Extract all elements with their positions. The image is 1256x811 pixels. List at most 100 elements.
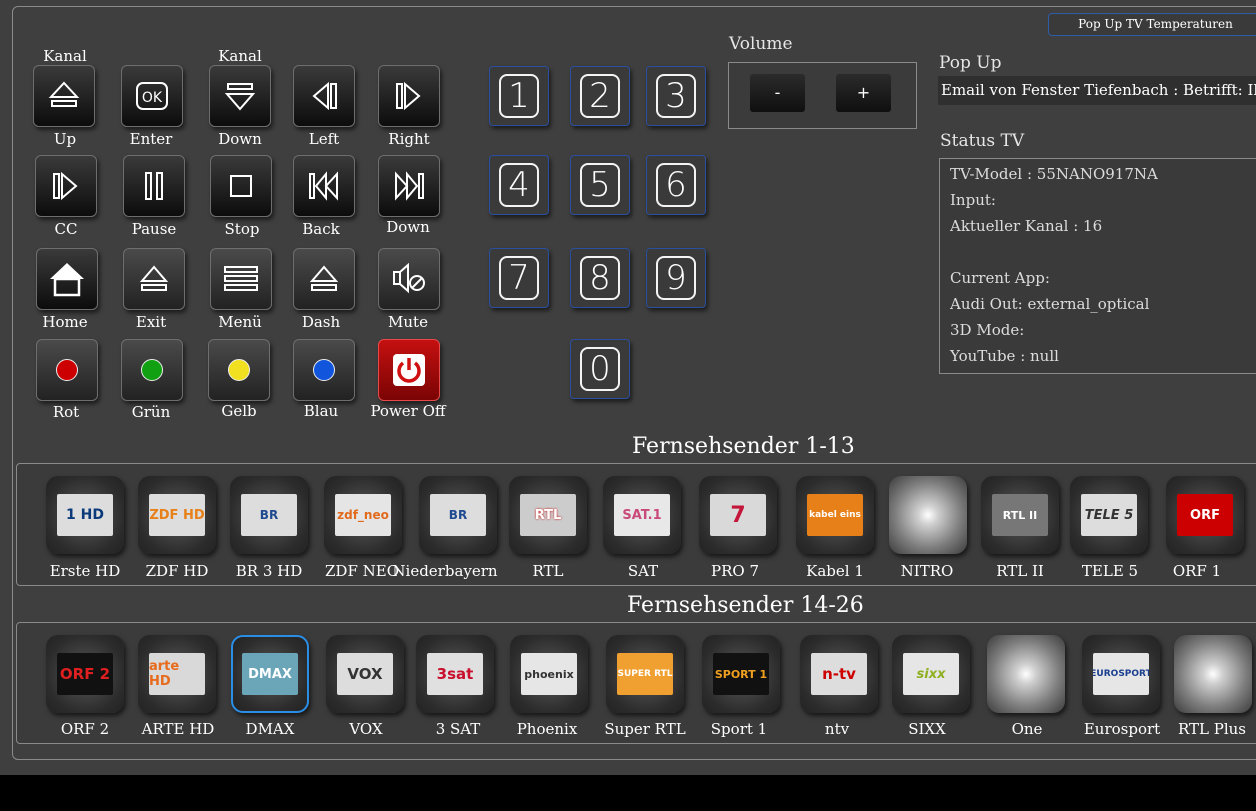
eject-icon [309,265,339,291]
enter-button[interactable]: OK [121,65,183,127]
fast-forward-icon [395,171,424,201]
channel-button-rtl[interactable]: RTL [509,476,587,554]
channel-button-vox[interactable]: VOX [326,635,404,713]
channel-button-sat[interactable]: SAT.1 [603,476,681,554]
num-7-button[interactable]: 7 [489,248,549,308]
left-button[interactable] [293,65,355,127]
kanal-up-label: Kanal [43,47,87,65]
power-off-label: Power Off [370,402,446,420]
num-label: 2 [580,74,620,118]
section-1-title: Fernsehsender 1-13 [632,434,855,459]
menu-button[interactable] [210,248,272,310]
volume-down-button[interactable]: - [750,74,805,112]
stop-button[interactable] [210,155,272,217]
power-icon [393,354,425,386]
down-channel-button[interactable] [209,65,271,127]
cc-button[interactable] [35,155,97,217]
channel-button-arte-hd[interactable]: arte HD [138,635,216,713]
channel-logo: SAT.1 [614,494,670,536]
channel-button-dmax[interactable]: DMAX [231,635,309,713]
channel-label: VOX [349,720,383,738]
num-label: 0 [580,347,620,391]
yellow-button[interactable] [208,339,270,401]
channel-button-zdf-hd[interactable]: ZDF HD [138,476,216,554]
channel-button-kabel-1[interactable]: kabel eins [796,476,874,554]
channel-button-br-3-hd[interactable]: BR [230,476,308,554]
channel-label: Super RTL [604,720,686,738]
num-label: 9 [656,256,696,300]
channel-button-eurosport[interactable]: EUROSPORT [1082,635,1160,713]
status-line: TV-Model : 55NANO917NA [950,165,1158,183]
mute-icon [393,262,425,294]
channel-button-sport-1[interactable]: SPORT 1 [702,635,780,713]
status-line: 3D Mode: [950,321,1025,339]
channel-logo: RTL II [992,494,1048,536]
pause-button[interactable] [123,155,185,217]
forward-button[interactable] [378,155,440,217]
popup-tv-temperatures-button[interactable]: Pop Up TV Temperaturen [1048,13,1256,36]
num-5-button[interactable]: 5 [570,155,630,215]
channel-button-zdf-neo[interactable]: zdf_neo [324,476,402,554]
channel-button-nitro[interactable] [889,476,967,554]
channel-button-3-sat[interactable]: 3sat [416,635,494,713]
channel-button-orf-2[interactable]: ORF 2 [46,635,124,713]
num-label: 5 [580,163,620,207]
home-button[interactable] [36,248,98,310]
channel-button-super-rtl[interactable]: SUPER RTL [606,635,684,713]
num-2-button[interactable]: 2 [570,66,630,126]
channel-button-one[interactable] [987,635,1065,713]
num-0-button[interactable]: 0 [570,339,630,399]
back-button[interactable] [293,155,355,217]
green-label: Grün [131,403,171,421]
channel-logo: RTL [520,494,576,536]
exit-label: Exit [135,313,167,331]
power-off-button[interactable] [378,339,440,401]
channel-button-orf-1[interactable]: ORF [1166,476,1244,554]
channel-button-phoenix[interactable]: phoenix [510,635,588,713]
status-line: Input: [950,191,996,209]
num-label: 6 [656,163,696,207]
channel-label: ARTE HD [141,720,215,738]
channel-label: Eurosport [1083,720,1161,738]
red-button[interactable] [36,339,98,401]
channel-button-tele-5[interactable]: TELE 5 [1070,476,1148,554]
channel-logo: 1 HD [57,494,113,536]
mute-button[interactable] [378,248,440,310]
pause-label: Pause [131,220,177,238]
enter-label: Enter [129,130,173,148]
channel-button-rtl-ii[interactable]: RTL II [981,476,1059,554]
blue-button[interactable] [293,339,355,401]
arrow-left-icon [312,81,337,111]
num-6-button[interactable]: 6 [646,155,706,215]
channel-label: SIXX [908,720,946,738]
channel-button-niederbayern[interactable]: BR [419,476,497,554]
blue-dot-icon [313,359,335,381]
channel-label: One [1011,720,1043,738]
num-4-button[interactable]: 4 [489,155,549,215]
dash-button[interactable] [293,248,355,310]
num-3-button[interactable]: 3 [646,66,706,126]
channel-label: 3 SAT [435,720,481,738]
channel-logo: DMAX [242,653,298,695]
up-button[interactable] [33,65,95,127]
channel-logo: SPORT 1 [713,653,769,695]
channel-logo: TELE 5 [1081,494,1137,536]
num-8-button[interactable]: 8 [570,248,630,308]
green-button[interactable] [121,339,183,401]
num-1-button[interactable]: 1 [489,66,549,126]
right-button[interactable] [378,65,440,127]
channel-button-sixx[interactable]: sixx [892,635,970,713]
volume-up-button[interactable]: + [836,74,891,112]
channel-button-ntv[interactable]: n-tv [800,635,878,713]
channel-label: Sport 1 [710,720,768,738]
channel-button-erste-hd[interactable]: 1 HD [46,476,124,554]
channel-button-rtl-plus[interactable] [1174,635,1252,713]
up-label: Up [53,130,77,148]
num-9-button[interactable]: 9 [646,248,706,308]
channel-logo: VOX [337,653,393,695]
channel-label: DMAX [245,720,295,738]
exit-button[interactable] [123,248,185,310]
status-line: Current App: [950,269,1050,287]
arrow-right-icon [396,81,421,111]
channel-button-pro-7[interactable]: 7 [699,476,777,554]
